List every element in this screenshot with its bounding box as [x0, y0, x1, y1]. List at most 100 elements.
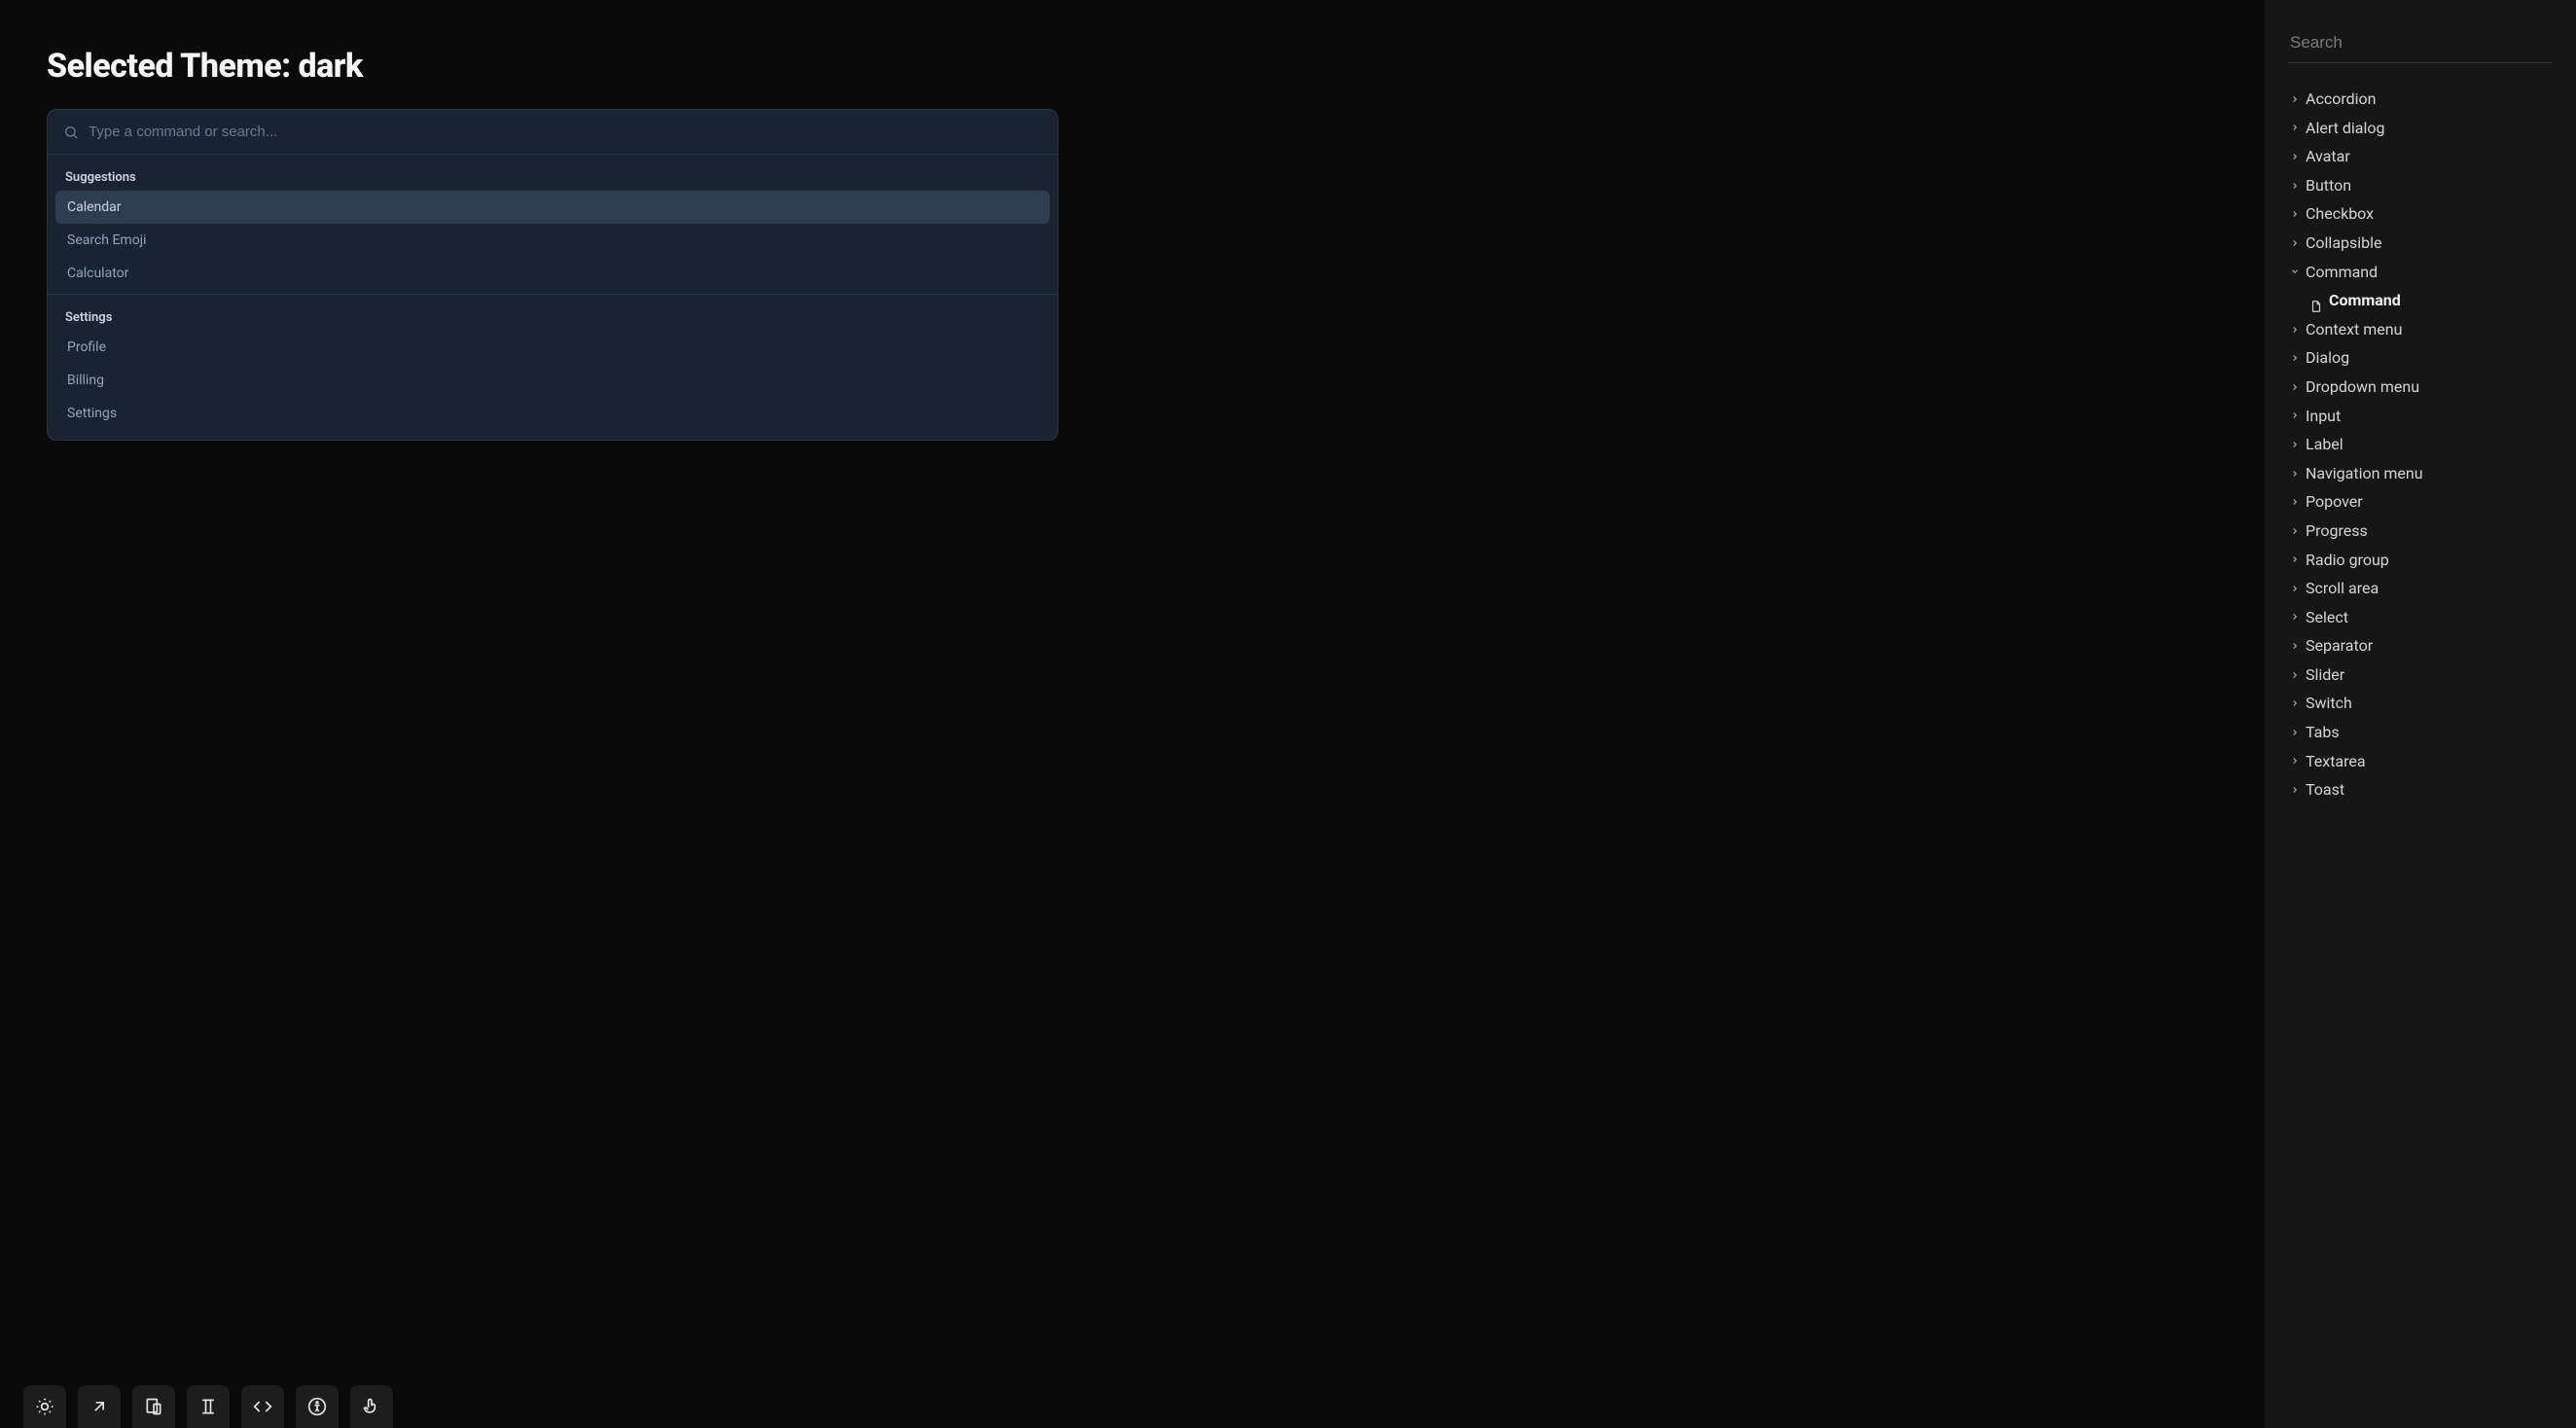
search-icon: [63, 125, 79, 140]
bottom-toolbar: [23, 1385, 393, 1428]
tree-item[interactable]: Switch: [2288, 689, 2553, 718]
tree-item[interactable]: Navigation menu: [2288, 459, 2553, 488]
command-group-heading: Settings: [55, 303, 1050, 331]
tree-item[interactable]: Progress: [2288, 517, 2553, 546]
chevron-right-icon[interactable]: [2288, 150, 2302, 163]
chevron-right-icon[interactable]: [2288, 726, 2302, 739]
tree-item[interactable]: Button: [2288, 171, 2553, 200]
tree-item[interactable]: Separator: [2288, 631, 2553, 660]
command-search-row: [48, 110, 1057, 155]
chevron-right-icon[interactable]: [2288, 783, 2302, 797]
command-item[interactable]: Profile: [55, 331, 1050, 364]
pointer-button[interactable]: [350, 1385, 393, 1428]
command-item[interactable]: Settings: [55, 397, 1050, 430]
sidebar-search-input[interactable]: [2288, 27, 2553, 63]
tree-item-label: Accordion: [2306, 85, 2376, 114]
command-group: SuggestionsCalendarSearch EmojiCalculato…: [48, 155, 1057, 294]
chevron-right-icon[interactable]: [2288, 438, 2302, 451]
tree-item-label: Switch: [2306, 689, 2352, 718]
chevron-right-icon[interactable]: [2288, 696, 2302, 710]
tree-item-label: Command: [2306, 258, 2378, 287]
component-tree: AccordionAlert dialogAvatarButtonCheckbo…: [2288, 85, 2553, 804]
tree-item-label: Radio group: [2306, 546, 2389, 575]
tree-item-label: Checkbox: [2306, 199, 2374, 229]
chevron-right-icon[interactable]: [2288, 582, 2302, 595]
tree-item-label: Dialog: [2306, 343, 2349, 373]
page-title: Selected Theme: dark: [47, 47, 2218, 86]
tree-item[interactable]: Checkbox: [2288, 199, 2553, 229]
command-item[interactable]: Search Emoji: [55, 224, 1050, 257]
tree-item-label: Textarea: [2306, 747, 2366, 776]
tree-item[interactable]: Textarea: [2288, 747, 2553, 776]
chevron-right-icon[interactable]: [2288, 524, 2302, 538]
tree-item[interactable]: Scroll area: [2288, 574, 2553, 603]
tree-item-label: Label: [2306, 430, 2343, 459]
tree-item[interactable]: Command: [2288, 258, 2553, 287]
document-icon: [2309, 294, 2323, 307]
tree-item-label: Popover: [2306, 487, 2363, 517]
tree-item-label: Avatar: [2306, 142, 2350, 171]
chevron-right-icon[interactable]: [2288, 380, 2302, 394]
tree-item-label: Scroll area: [2306, 574, 2379, 603]
tree-item[interactable]: Accordion: [2288, 85, 2553, 114]
tree-item[interactable]: Dropdown menu: [2288, 373, 2553, 402]
main-canvas: Selected Theme: dark SuggestionsCalendar…: [0, 0, 2265, 1428]
tree-item-label: Collapsible: [2306, 229, 2382, 258]
tree-item-label: Input: [2306, 402, 2341, 431]
tree-child-item[interactable]: Command: [2288, 286, 2553, 315]
fullscreen-button[interactable]: [78, 1385, 121, 1428]
tree-item[interactable]: Tabs: [2288, 718, 2553, 747]
chevron-right-icon[interactable]: [2288, 639, 2302, 653]
command-group: SettingsProfileBillingSettings: [48, 294, 1057, 440]
chevron-right-icon[interactable]: [2288, 495, 2302, 509]
chevron-right-icon[interactable]: [2288, 610, 2302, 624]
tree-item[interactable]: Alert dialog: [2288, 114, 2553, 143]
command-search-input[interactable]: [89, 124, 1042, 140]
tree-item[interactable]: Slider: [2288, 660, 2553, 690]
tree-item-label: Progress: [2306, 517, 2368, 546]
tree-item[interactable]: Toast: [2288, 775, 2553, 804]
tree-item[interactable]: Input: [2288, 402, 2553, 431]
tree-item[interactable]: Radio group: [2288, 546, 2553, 575]
chevron-right-icon[interactable]: [2288, 467, 2302, 481]
theme-toggle-button[interactable]: [23, 1385, 66, 1428]
tree-item-label: Separator: [2306, 631, 2373, 660]
chevron-right-icon[interactable]: [2288, 179, 2302, 193]
tree-item[interactable]: Dialog: [2288, 343, 2553, 373]
tree-item-label: Navigation menu: [2306, 459, 2423, 488]
chevron-right-icon[interactable]: [2288, 121, 2302, 134]
tree-item[interactable]: Select: [2288, 603, 2553, 632]
chevron-right-icon[interactable]: [2288, 323, 2302, 337]
chevron-right-icon[interactable]: [2288, 409, 2302, 422]
component-sidebar: AccordionAlert dialogAvatarButtonCheckbo…: [2265, 0, 2576, 1428]
chevron-right-icon[interactable]: [2288, 668, 2302, 682]
tree-item[interactable]: Label: [2288, 430, 2553, 459]
accessibility-button[interactable]: [296, 1385, 339, 1428]
chevron-right-icon[interactable]: [2288, 351, 2302, 365]
tree-item-label: Slider: [2306, 660, 2344, 690]
tree-item-label: Button: [2306, 171, 2351, 200]
tree-item[interactable]: Popover: [2288, 487, 2553, 517]
code-button[interactable]: [241, 1385, 284, 1428]
chevron-right-icon[interactable]: [2288, 92, 2302, 106]
chevron-right-icon[interactable]: [2288, 754, 2302, 768]
tree-item[interactable]: Context menu: [2288, 315, 2553, 344]
tree-item-label: Select: [2306, 603, 2348, 632]
command-item[interactable]: Billing: [55, 364, 1050, 397]
command-palette: SuggestionsCalendarSearch EmojiCalculato…: [47, 109, 1058, 441]
tree-item[interactable]: Collapsible: [2288, 229, 2553, 258]
tree-item-label: Tabs: [2306, 718, 2340, 747]
tree-item-label: Dropdown menu: [2306, 373, 2419, 402]
chevron-right-icon[interactable]: [2288, 207, 2302, 221]
command-item[interactable]: Calendar: [55, 191, 1050, 224]
chevron-down-icon[interactable]: [2288, 265, 2302, 278]
tree-item-label: Toast: [2306, 775, 2344, 804]
command-item[interactable]: Calculator: [55, 257, 1050, 290]
command-group-heading: Suggestions: [55, 162, 1050, 191]
responsive-button[interactable]: [132, 1385, 175, 1428]
typography-button[interactable]: [187, 1385, 230, 1428]
tree-item[interactable]: Avatar: [2288, 142, 2553, 171]
chevron-right-icon[interactable]: [2288, 236, 2302, 250]
chevron-right-icon[interactable]: [2288, 553, 2302, 566]
tree-child-label: Command: [2329, 286, 2401, 315]
